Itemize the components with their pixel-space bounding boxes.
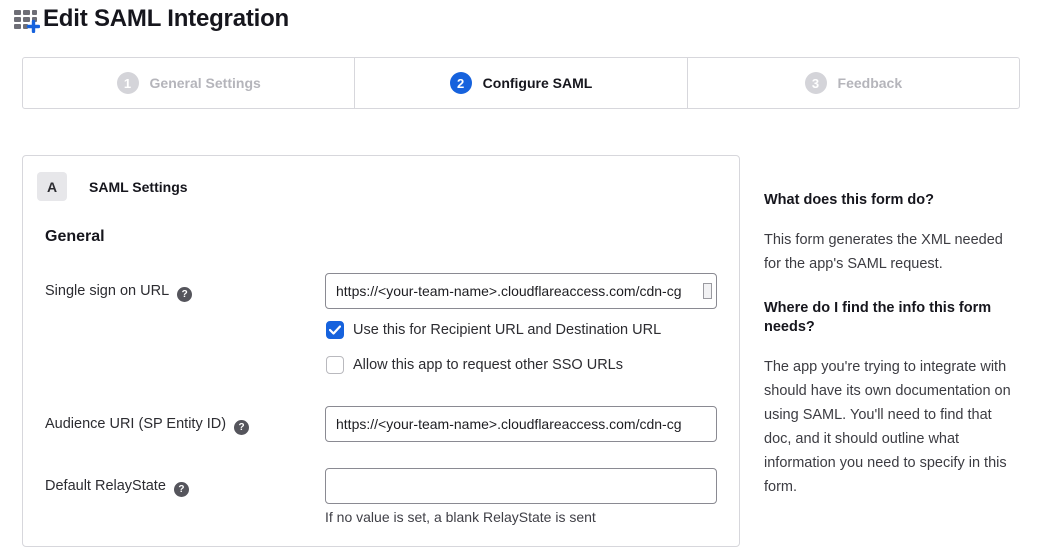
recipient-url-checkbox-row[interactable]: Use this for Recipient URL and Destinati… <box>326 316 717 344</box>
checkbox-checked <box>326 321 344 339</box>
checkbox-label: Use this for Recipient URL and Destinati… <box>353 322 661 338</box>
panel-header: A SAML Settings <box>37 172 739 201</box>
text-cursor <box>703 283 712 299</box>
step-configure-saml[interactable]: 2 Configure SAML <box>354 58 686 108</box>
step-label: Feedback <box>838 75 903 91</box>
general-section-heading: General <box>45 228 739 246</box>
audience-uri-label: Audience URI (SP Entity ID)? <box>45 406 325 442</box>
relay-state-label: Default RelayState? <box>45 468 325 525</box>
step-number-badge: 2 <box>450 72 472 94</box>
checkbox-unchecked <box>326 356 344 374</box>
sso-url-label: Single sign on URL? <box>45 273 325 379</box>
sidebar-heading: What does this form do? <box>764 191 1014 210</box>
other-sso-urls-checkbox-row[interactable]: Allow this app to request other SSO URLs <box>326 351 717 379</box>
section-badge: A <box>37 172 67 201</box>
saml-settings-panel: A SAML Settings General Single sign on U… <box>22 155 740 547</box>
help-sidebar: What does this form do? This form genera… <box>764 191 1014 522</box>
panel-title: SAML Settings <box>89 179 188 195</box>
step-label: Configure SAML <box>483 75 593 91</box>
audience-uri-row: Audience URI (SP Entity ID)? <box>45 406 739 442</box>
step-label: General Settings <box>150 75 261 91</box>
relay-state-control: If no value is set, a blank RelayState i… <box>325 468 717 525</box>
sidebar-body: This form generates the XML needed for t… <box>764 228 1014 276</box>
checkbox-label: Allow this app to request other SSO URLs <box>353 357 623 373</box>
sso-url-row: Single sign on URL? Use this for Recipie… <box>45 273 739 379</box>
page-header: Edit SAML Integration <box>13 5 289 33</box>
step-general-settings[interactable]: 1 General Settings <box>23 58 354 108</box>
page-title: Edit SAML Integration <box>43 5 289 33</box>
help-icon[interactable]: ? <box>177 287 192 302</box>
relay-state-input[interactable] <box>325 468 717 504</box>
wizard-step-bar: 1 General Settings 2 Configure SAML 3 Fe… <box>22 57 1020 109</box>
app-grid-plus-icon <box>13 5 40 33</box>
sso-url-input[interactable] <box>325 273 717 309</box>
sidebar-body: The app you're trying to integrate with … <box>764 355 1014 499</box>
help-icon[interactable]: ? <box>234 420 249 435</box>
relay-state-row: Default RelayState? If no value is set, … <box>45 468 739 525</box>
audience-uri-input[interactable] <box>325 406 717 442</box>
sso-url-control: Use this for Recipient URL and Destinati… <box>325 273 717 379</box>
sidebar-heading: Where do I find the info this form needs… <box>764 299 1014 337</box>
step-number-badge: 3 <box>805 72 827 94</box>
relay-state-hint: If no value is set, a blank RelayState i… <box>325 509 717 525</box>
audience-uri-control <box>325 406 717 442</box>
help-icon[interactable]: ? <box>174 482 189 497</box>
step-number-badge: 1 <box>117 72 139 94</box>
step-feedback[interactable]: 3 Feedback <box>687 58 1019 108</box>
